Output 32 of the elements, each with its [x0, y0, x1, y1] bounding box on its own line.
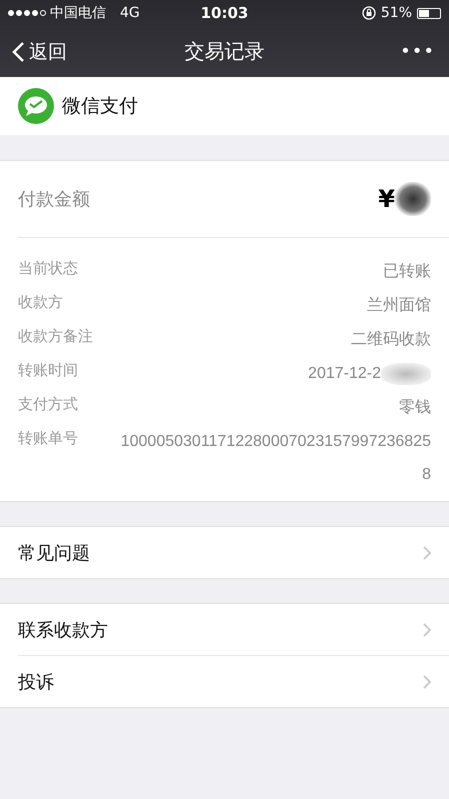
detail-value: 2017-12-2 — [308, 364, 381, 384]
menu-row[interactable]: 联系收款方 — [18, 604, 449, 655]
back-button[interactable]: 返回 — [12, 38, 67, 64]
detail-value: 兰州面馆 — [367, 296, 431, 316]
detail-value: 二维码收款 — [351, 330, 431, 350]
detail-value: 100005030117122800070231579972368258 — [120, 432, 431, 485]
amount-label: 付款金额 — [18, 188, 90, 211]
network-type: 4G — [120, 5, 140, 21]
battery-percent: 51% — [380, 5, 412, 21]
clock: 10:03 — [200, 4, 248, 22]
chevron-icon — [423, 546, 431, 560]
page-title: 交易记录 — [184, 38, 264, 65]
menu-row[interactable]: 投诉 — [18, 655, 449, 707]
detail-label: 收款方备注 — [18, 326, 93, 346]
signal-icon — [8, 10, 46, 16]
battery-icon — [417, 8, 441, 18]
detail-label: 转账时间 — [18, 360, 78, 380]
detail-label: 收款方 — [18, 292, 63, 312]
detail-label: 转账单号 — [18, 428, 78, 448]
detail-label: 支付方式 — [18, 394, 78, 414]
wallet-logo-icon — [18, 88, 54, 124]
detail-value: 零钱 — [399, 398, 431, 418]
detail-label: 当前状态 — [18, 258, 78, 278]
merchant-name: 微信支付 — [62, 94, 138, 119]
chevron-left-icon — [12, 40, 25, 62]
chevron-icon — [423, 674, 431, 688]
amount-value: ¥ — [378, 185, 395, 213]
rotation-lock-icon — [362, 6, 376, 20]
carrier-name: 中国电信 — [50, 4, 106, 22]
more-button[interactable]: ••• — [394, 41, 441, 62]
chevron-icon — [423, 622, 431, 636]
detail-value: 已转账 — [383, 262, 431, 282]
